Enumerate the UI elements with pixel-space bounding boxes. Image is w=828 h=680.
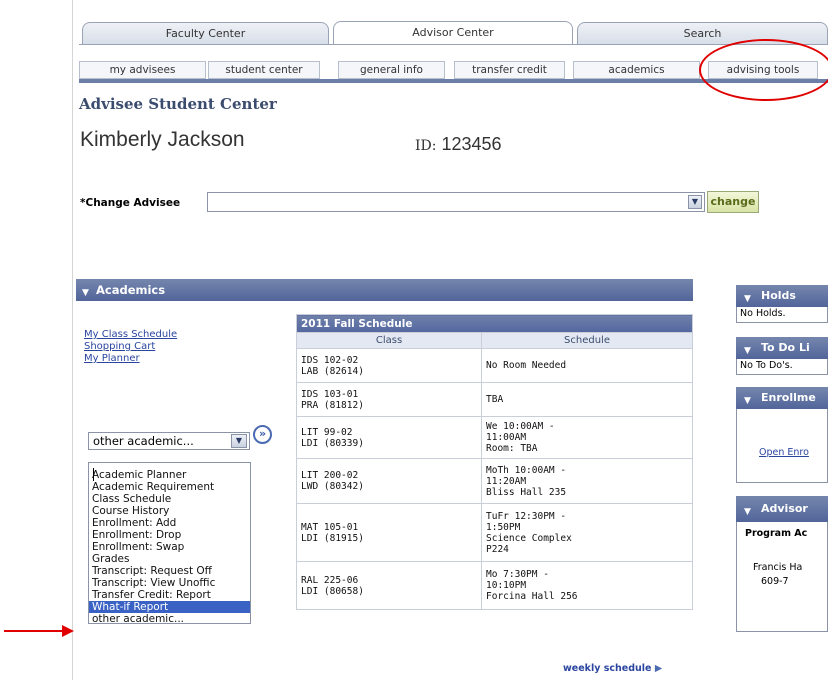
enrollment-header: ▼ Enrollme — [736, 387, 828, 409]
change-button[interactable]: change — [707, 191, 759, 213]
table-row: LIT 99-02 LDI (80339) We 10:00AM -11:00AM… — [296, 416, 693, 459]
collapse-triangle-icon[interactable]: ▼ — [744, 499, 751, 522]
table-row: IDS 103-01 PRA (81812) TBA — [296, 382, 693, 417]
class-cell: IDS 102-02 LAB (82614) — [296, 348, 482, 383]
schedule-cell: TBA — [481, 382, 693, 417]
todo-header: ▼ To Do Li — [736, 337, 828, 359]
annotation-circle — [699, 39, 828, 101]
annotation-arrow-line — [4, 630, 64, 632]
tab-advisor-center[interactable]: Advisor Center — [333, 21, 573, 45]
option-other-academic[interactable]: other academic... — [89, 613, 250, 623]
weekly-schedule-link[interactable]: weekly schedule ▶ — [563, 663, 662, 674]
tab-faculty-center[interactable]: Faculty Center — [82, 22, 329, 44]
option-enrollment-add[interactable]: Enrollment: Add — [89, 517, 250, 529]
advisor-header: ▼ Advisor — [736, 496, 828, 522]
link-my-class-schedule[interactable]: My Class Schedule — [84, 329, 177, 340]
academics-header: ▼ Academics — [76, 279, 693, 301]
holds-body: No Holds. — [736, 307, 828, 323]
collapse-triangle-icon[interactable]: ▼ — [744, 288, 751, 307]
option-grades[interactable]: Grades — [89, 553, 250, 565]
subtab-student-center[interactable]: student center — [208, 61, 320, 79]
chevron-down-icon[interactable]: ▼ — [688, 195, 702, 209]
column-header-class: Class — [296, 332, 482, 349]
play-arrow-icon: ▶ — [654, 663, 663, 674]
option-transfer-credit-report[interactable]: Transfer Credit: Report — [89, 589, 250, 601]
class-cell: RAL 225-06 LDI (80658) — [296, 561, 482, 610]
go-double-arrow-icon[interactable]: » — [253, 425, 272, 444]
chevron-down-icon[interactable]: ▼ — [231, 434, 247, 448]
text-cursor — [93, 468, 94, 481]
subtab-general-info[interactable]: general info — [338, 61, 445, 79]
open-enrollment-link[interactable]: Open Enro — [759, 447, 809, 458]
enrollment-body: Open Enro — [736, 409, 828, 483]
subtab-transfer-credit[interactable]: transfer credit — [454, 61, 565, 79]
advisor-body: Program Ac Francis Ha 609-7 — [736, 522, 828, 632]
schedule-cell: TuFr 12:30PM -1:50PM Science Complex P224 — [481, 503, 693, 562]
academics-title: Academics — [96, 283, 166, 297]
link-shopping-cart[interactable]: Shopping Cart — [84, 341, 155, 352]
option-enrollment-swap[interactable]: Enrollment: Swap — [89, 541, 250, 553]
schedule-cell: We 10:00AM -11:00AM Room: TBA — [481, 416, 693, 459]
class-cell: LIT 99-02 LDI (80339) — [296, 416, 482, 459]
class-cell: MAT 105-01 LDI (81915) — [296, 503, 482, 562]
change-advisee-label: *Change Advisee — [80, 197, 181, 209]
column-header-schedule: Schedule — [481, 332, 693, 349]
collapse-triangle-icon[interactable]: ▼ — [744, 390, 751, 409]
student-name: Kimberly Jackson — [80, 128, 245, 151]
student-id: ID: 123456 — [415, 134, 502, 155]
option-transcript-request[interactable]: Transcript: Request Off — [89, 565, 250, 577]
schedule-cell: MoTh 10:00AM -11:20AM Bliss Hall 235 — [481, 458, 693, 504]
annotation-arrow-head — [62, 625, 74, 637]
student-id-label: ID: — [415, 138, 437, 154]
option-class-schedule[interactable]: Class Schedule — [89, 493, 250, 505]
change-advisee-select[interactable]: ▼ — [207, 192, 705, 212]
option-academic-requirement[interactable]: Academic Requirement — [89, 481, 250, 493]
other-academic-dropdown[interactable]: other academic... ▼ — [88, 432, 250, 450]
subtab-academics[interactable]: academics — [573, 61, 700, 79]
page-left-border — [72, 0, 73, 680]
table-row: IDS 102-02 LAB (82614) No Room Needed — [296, 348, 693, 383]
todo-body: No To Do's. — [736, 359, 828, 375]
page-title: Advisee Student Center — [79, 95, 277, 113]
subtab-my-advisees[interactable]: my advisees — [79, 61, 206, 79]
link-my-planner[interactable]: My Planner — [84, 353, 140, 364]
table-row: RAL 225-06 LDI (80658) Mo 7:30PM -10:10PM… — [296, 561, 693, 610]
collapse-triangle-icon[interactable]: ▼ — [744, 340, 751, 359]
tab-underline — [79, 44, 828, 45]
academic-options-list[interactable]: Academic Planner Academic Requirement Cl… — [88, 462, 251, 624]
option-what-if-report[interactable]: What-if Report — [89, 601, 250, 613]
schedule-title: 2011 Fall Schedule — [296, 314, 693, 333]
collapse-triangle-icon[interactable]: ▼ — [82, 282, 89, 304]
advisor-name: Francis Ha — [753, 562, 803, 573]
student-id-value: 123456 — [441, 134, 502, 154]
advisor-phone: 609-7 — [761, 576, 789, 587]
dropdown-selected-value: other academic... — [93, 434, 194, 448]
program-advisor-label: Program Ac — [745, 528, 808, 539]
schedule-cell: Mo 7:30PM -10:10PM Forcina Hall 256 — [481, 561, 693, 610]
holds-header: ▼ Holds — [736, 285, 828, 307]
schedule-cell: No Room Needed — [481, 348, 693, 383]
fall-schedule-table: 2011 Fall Schedule Class Schedule IDS 10… — [296, 314, 693, 610]
class-cell: LIT 200-02 LWD (80342) — [296, 458, 482, 504]
class-cell: IDS 103-01 PRA (81812) — [296, 382, 482, 417]
option-course-history[interactable]: Course History — [89, 505, 250, 517]
table-row: LIT 200-02 LWD (80342) MoTh 10:00AM -11:2… — [296, 458, 693, 504]
option-enrollment-drop[interactable]: Enrollment: Drop — [89, 529, 250, 541]
option-academic-planner[interactable]: Academic Planner — [89, 469, 250, 481]
table-row: MAT 105-01 LDI (81915) TuFr 12:30PM -1:50… — [296, 503, 693, 562]
option-transcript-view[interactable]: Transcript: View Unoffic — [89, 577, 250, 589]
